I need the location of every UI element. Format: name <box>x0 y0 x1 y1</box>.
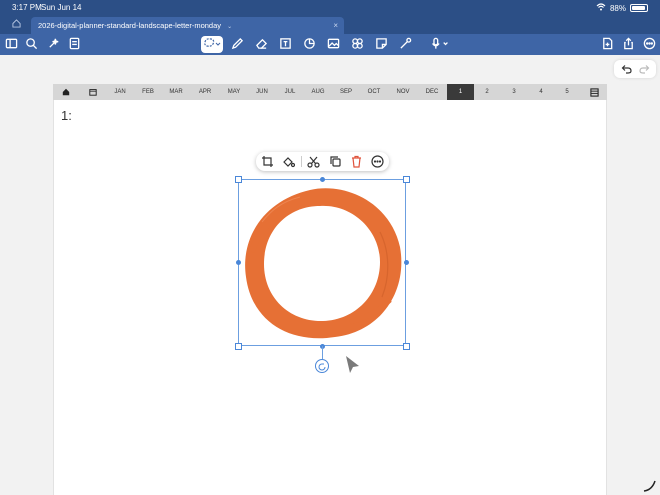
status-right: 88% <box>596 3 648 13</box>
nav-month-feb[interactable]: FEB <box>140 84 156 100</box>
resize-handle-bottom-left[interactable] <box>235 343 242 350</box>
nav-month-sep[interactable]: SEP <box>338 84 354 100</box>
nav-month-jun[interactable]: JUN <box>254 84 270 100</box>
laser-pointer-icon[interactable] <box>398 37 413 52</box>
pen-icon[interactable] <box>230 37 245 52</box>
battery-percent: 88% <box>609 3 626 13</box>
nav-month-jan[interactable]: JAN <box>112 84 128 100</box>
rotate-handle[interactable] <box>315 359 329 373</box>
close-tab-icon[interactable]: × <box>333 17 338 34</box>
document-title: 2026-digital-planner-standard-landscape-… <box>38 21 222 30</box>
battery-icon <box>630 4 648 12</box>
selection-box[interactable] <box>238 179 406 346</box>
nav-month-apr[interactable]: APR <box>197 84 213 100</box>
lasso-tool-button[interactable] <box>201 36 223 53</box>
wifi-icon <box>596 3 606 13</box>
search-icon[interactable] <box>24 37 39 52</box>
lasso-icon <box>204 38 221 47</box>
image-icon[interactable] <box>326 37 341 52</box>
color-icon[interactable] <box>282 155 296 168</box>
nav-month-jul[interactable]: JUL <box>282 84 298 100</box>
resize-handle-top-right[interactable] <box>403 176 410 183</box>
resize-handle-right[interactable] <box>404 260 409 265</box>
planner-home-icon[interactable] <box>61 84 71 100</box>
sticker-icon[interactable] <box>350 37 365 52</box>
status-bar: 3:17 PM Sun Jun 14 88% <box>0 0 660 16</box>
selection-context-menu <box>256 152 389 171</box>
home-icon <box>11 19 21 28</box>
nav-month-aug[interactable]: AUG <box>310 84 326 100</box>
nav-month-dec[interactable]: DEC <box>424 84 440 100</box>
share-icon[interactable] <box>621 37 636 52</box>
add-page-icon[interactable] <box>600 37 615 52</box>
shapes-icon[interactable] <box>302 37 317 52</box>
outline-icon[interactable] <box>67 37 82 52</box>
rotate-icon <box>318 363 326 371</box>
microphone-icon[interactable] <box>428 37 452 52</box>
page-label: 1: <box>61 108 72 123</box>
resize-handle-top-left[interactable] <box>235 176 242 183</box>
menu-separator <box>301 156 302 167</box>
sidebar-icon[interactable] <box>4 37 19 52</box>
cut-icon[interactable] <box>307 155 320 168</box>
planner-nav-bar: JAN FEB MAR APR MAY JUN JUL AUG SEP OCT … <box>53 84 607 100</box>
more-icon[interactable] <box>642 37 657 52</box>
pointer-cursor-icon <box>346 356 359 373</box>
status-date: Sun Jun 14 <box>41 3 82 12</box>
rotate-connector <box>322 346 323 359</box>
undo-redo-group <box>614 60 656 78</box>
resize-handle-bottom-right[interactable] <box>403 343 410 350</box>
more-options-icon[interactable] <box>371 155 384 168</box>
resize-handle-left[interactable] <box>236 260 241 265</box>
document-tab[interactable]: 2026-digital-planner-standard-landscape-… <box>31 17 344 34</box>
grid-view-icon[interactable] <box>588 84 600 100</box>
resize-handle-top[interactable] <box>320 177 325 182</box>
nav-month-oct[interactable]: OCT <box>366 84 382 100</box>
redo-icon[interactable] <box>639 63 651 75</box>
tab-bar: 2026-digital-planner-standard-landscape-… <box>0 16 660 34</box>
undo-icon[interactable] <box>620 63 632 75</box>
nav-month-nov[interactable]: NOV <box>395 84 411 100</box>
eraser-icon[interactable] <box>254 37 269 52</box>
corner-swipe-icon <box>643 480 656 492</box>
calendar-icon[interactable] <box>87 84 99 100</box>
nav-week-4[interactable]: 4 <box>535 84 547 100</box>
delete-icon[interactable] <box>350 155 363 168</box>
nav-week-2[interactable]: 2 <box>481 84 493 100</box>
nav-week-5[interactable]: 5 <box>561 84 573 100</box>
nav-week-3[interactable]: 3 <box>508 84 520 100</box>
chevron-down-icon[interactable]: ⌄ <box>227 24 232 30</box>
sticky-note-icon[interactable] <box>374 37 389 52</box>
text-box-icon[interactable] <box>278 37 293 52</box>
nav-month-mar[interactable]: MAR <box>168 84 184 100</box>
home-tab[interactable] <box>8 18 24 32</box>
status-time: 3:17 PM <box>12 3 42 12</box>
main-toolbar <box>0 34 660 55</box>
nav-week-1[interactable]: 1 <box>447 84 474 100</box>
crop-icon[interactable] <box>261 155 274 168</box>
copy-icon[interactable] <box>329 155 342 168</box>
sparkle-icon[interactable] <box>46 37 61 52</box>
nav-month-may[interactable]: MAY <box>226 84 242 100</box>
